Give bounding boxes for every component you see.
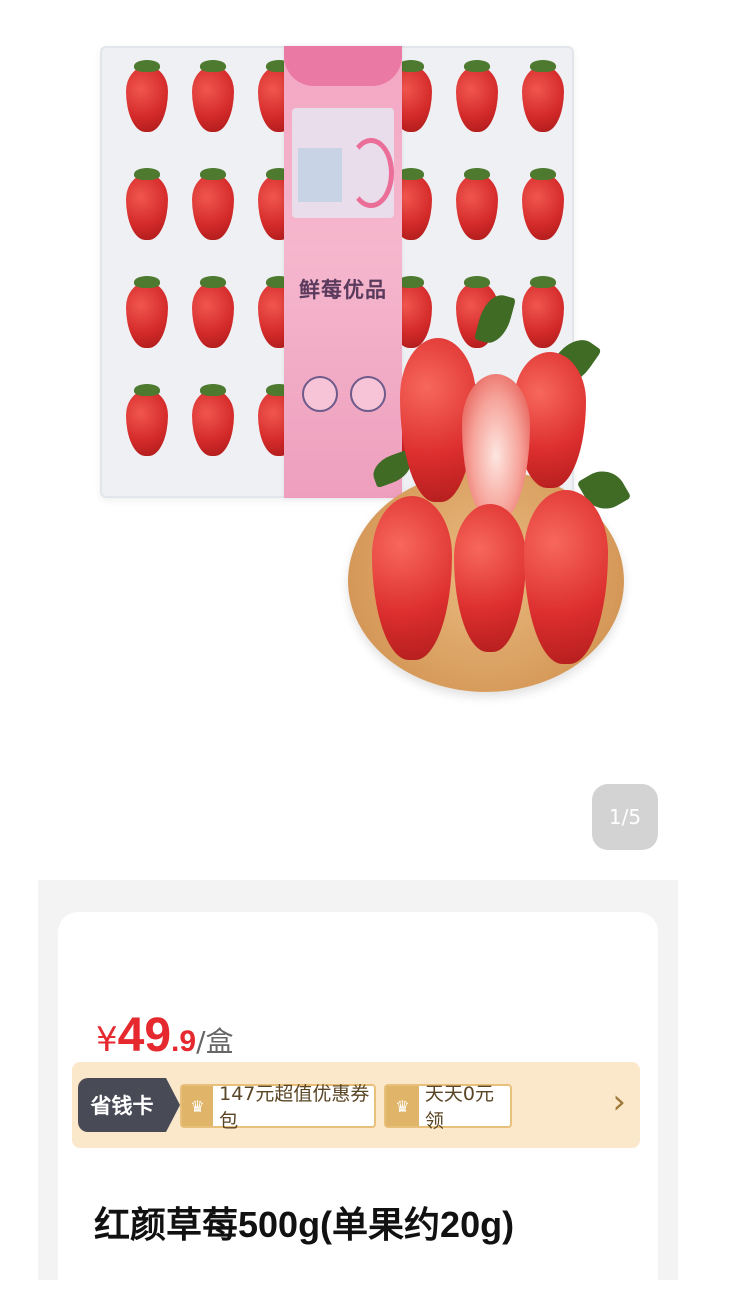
price: ¥49.9/盒 [96, 1008, 234, 1062]
strawberry [184, 378, 246, 482]
strawberry [118, 270, 180, 374]
strawberry [118, 162, 180, 266]
price-unit: /盒 [196, 1025, 234, 1058]
strawberry [118, 378, 180, 482]
band-illustration [292, 108, 394, 218]
package-brand-text: 鲜莓优品 [299, 278, 387, 302]
price-integer: 49 [117, 1009, 172, 1062]
badge-icon [350, 376, 386, 412]
crown-icon: ♛ [182, 1086, 214, 1126]
product-info-panel: ¥49.9/盒 省钱卡 ♛ 147元超值优惠券包 ♛ 天天0元领 › 红颜草莓5… [38, 880, 678, 1292]
strawberry [448, 54, 510, 158]
currency-symbol: ¥ [96, 1020, 118, 1060]
strawberry [514, 54, 576, 158]
badge-icon [302, 376, 338, 412]
product-image[interactable]: 鲜莓优品 [0, 0, 729, 880]
savings-card-bar[interactable]: 省钱卡 ♛ 147元超值优惠券包 ♛ 天天0元领 › [72, 1062, 640, 1148]
coupon-pack[interactable]: ♛ 147元超值优惠券包 [180, 1083, 376, 1132]
swirl-illustration [348, 138, 394, 208]
strawberry [184, 54, 246, 158]
package-band: 鲜莓优品 [284, 46, 402, 498]
daily-free-coupon[interactable]: ♛ 天天0元领 [384, 1083, 512, 1132]
crown-icon: ♛ [386, 1086, 419, 1126]
band-top [284, 46, 402, 86]
coupon-pack-text: 147元超值优惠券包 [219, 1083, 370, 1132]
strawberry [184, 270, 246, 374]
strawberry [514, 162, 576, 266]
image-page-indicator: 1/5 [592, 784, 658, 850]
strawberry [184, 162, 246, 266]
savings-card-label: 省钱卡 [78, 1078, 180, 1132]
strawberry [448, 162, 510, 266]
price-decimal: .9 [171, 1025, 197, 1058]
building-illustration [298, 148, 342, 202]
strawberry [118, 54, 180, 158]
product-info-card: ¥49.9/盒 省钱卡 ♛ 147元超值优惠券包 ♛ 天天0元领 › 红颜草莓5… [58, 912, 658, 1292]
daily-free-text: 天天0元领 [424, 1083, 494, 1132]
chevron-right-icon[interactable]: › [612, 1082, 626, 1122]
product-title: 红颜草莓500g(单果约20g) [94, 1204, 515, 1245]
